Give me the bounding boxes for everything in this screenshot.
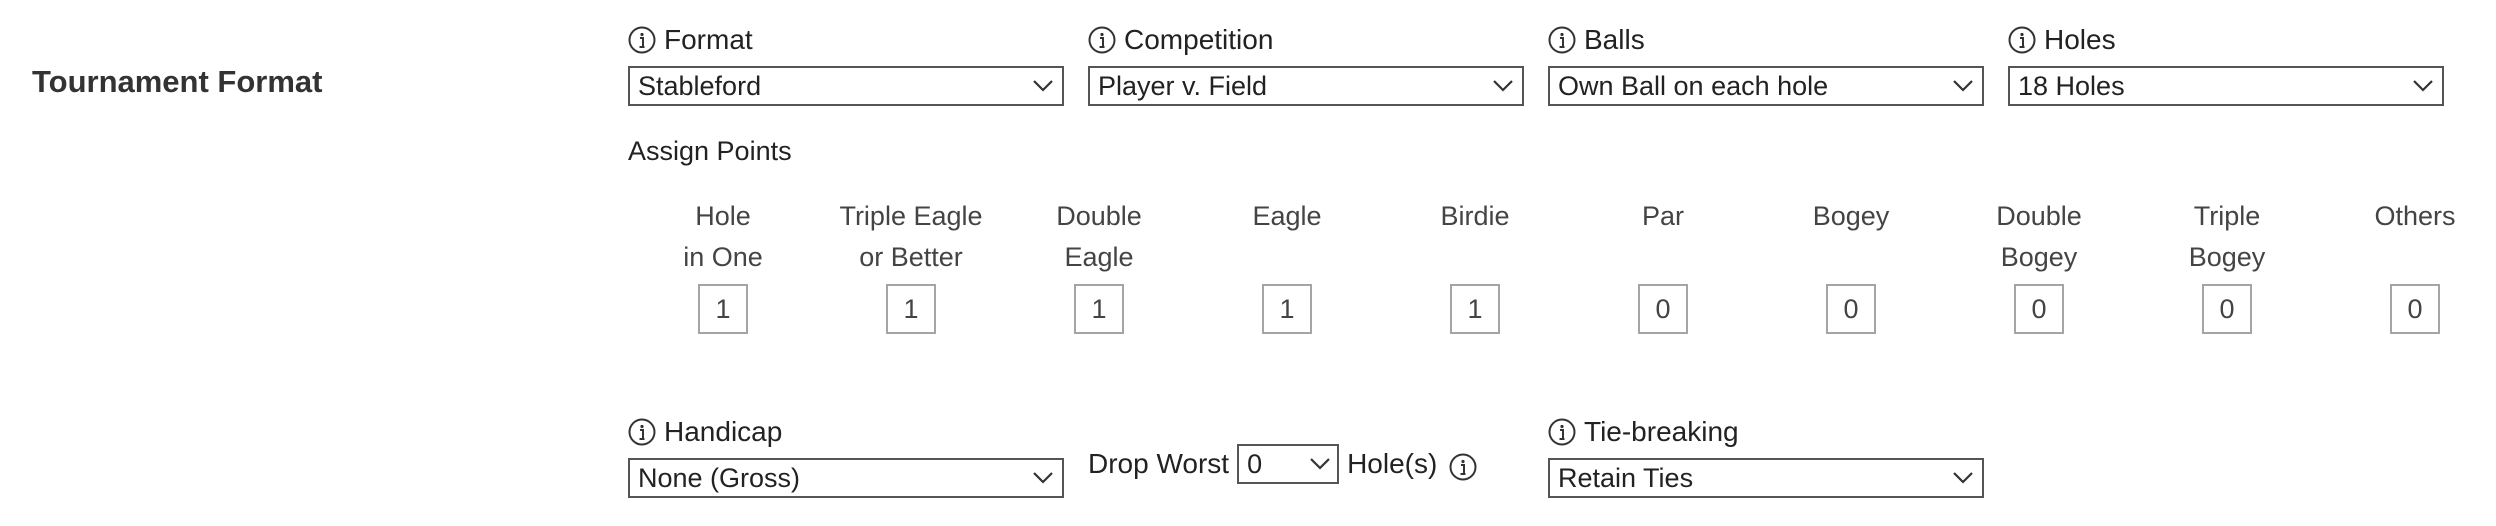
format-value: Stableford (638, 70, 762, 101)
points-input-bogey[interactable]: 0 (1826, 284, 1876, 334)
points-input-double-bogey[interactable]: 0 (2014, 284, 2064, 334)
points-input-eagle[interactable]: 1 (1262, 284, 1312, 334)
tie-breaking-value: Retain Ties (1558, 462, 1694, 493)
points-column-triple-bogey: Triple Bogey 0 (2133, 196, 2321, 334)
handicap-label: Handicap (628, 414, 782, 450)
points-header-line1: Triple Eagle (839, 201, 983, 231)
tie-breaking-label: Tie-breaking (1548, 414, 1739, 450)
tie-breaking-label-text: Tie-breaking (1584, 416, 1739, 447)
points-column-header: Triple Bogey (2133, 196, 2321, 278)
points-column-double-eagle: Double Eagle 1 (1005, 196, 1193, 334)
format-label-text: Format (664, 24, 753, 55)
points-header-line1: Hole (695, 201, 751, 231)
balls-value: Own Ball on each hole (1558, 70, 1829, 101)
format-label: Format (628, 22, 753, 58)
info-icon[interactable] (1088, 26, 1116, 54)
points-column-eagle: Eagle 1 (1193, 196, 1381, 334)
competition-select[interactable]: Player v. Field (1088, 66, 1524, 106)
points-column-header: Eagle (1193, 196, 1381, 278)
chevron-down-icon (1033, 80, 1053, 92)
points-header-line2: Bogey (2000, 242, 2078, 272)
points-column-header: Others (2321, 196, 2496, 278)
chevron-down-icon (1033, 472, 1053, 484)
info-icon[interactable] (1548, 26, 1576, 54)
points-column-header: Birdie (1381, 196, 1569, 278)
handicap-label-text: Handicap (664, 416, 783, 447)
points-header-line1: Eagle (1252, 201, 1322, 231)
points-column-triple-eagle: Triple Eagle or Better 1 (817, 196, 1005, 334)
holes-label-text: Holes (2044, 24, 2116, 55)
tie-breaking-select[interactable]: Retain Ties (1548, 458, 1984, 498)
info-icon[interactable] (1449, 453, 1477, 481)
assign-points-label: Assign Points (628, 136, 792, 166)
points-header-line1: Triple (2193, 201, 2261, 231)
holes-value: 18 Holes (2018, 70, 2125, 101)
chevron-down-icon (1953, 80, 1973, 92)
points-column-header: Bogey (1757, 196, 1945, 278)
points-header-line1: Par (1641, 201, 1685, 231)
chevron-down-icon (1310, 458, 1330, 470)
handicap-select[interactable]: None (Gross) (628, 458, 1064, 498)
points-column-header: Triple Eagle or Better (817, 196, 1005, 278)
competition-label-text: Competition (1124, 24, 1274, 55)
info-icon[interactable] (628, 418, 656, 446)
section-title: Tournament Format (32, 64, 323, 99)
competition-value: Player v. Field (1098, 70, 1268, 101)
points-input-birdie[interactable]: 1 (1450, 284, 1500, 334)
info-icon[interactable] (628, 26, 656, 54)
points-column-birdie: Birdie 1 (1381, 196, 1569, 334)
chevron-down-icon (1953, 472, 1973, 484)
format-select[interactable]: Stableford (628, 66, 1064, 106)
points-header-line2: Eagle (1064, 242, 1134, 272)
points-input-double-eagle[interactable]: 1 (1074, 284, 1124, 334)
drop-worst-select[interactable]: 0 (1237, 444, 1340, 484)
points-header-line2: or Better (859, 242, 963, 272)
points-column-par: Par 0 (1569, 196, 1757, 334)
points-header-line2: Bogey (2188, 242, 2266, 272)
points-header-line1: Double (1996, 201, 2082, 231)
points-column-header: Double Bogey (1945, 196, 2133, 278)
competition-label: Competition (1088, 22, 1273, 58)
balls-label-text: Balls (1584, 24, 1645, 55)
points-header-line2: in One (683, 242, 763, 272)
points-input-others[interactable]: 0 (2390, 284, 2440, 334)
points-input-triple-bogey[interactable]: 0 (2202, 284, 2252, 334)
holes-select[interactable]: 18 Holes (2008, 66, 2444, 106)
drop-worst-row: Drop Worst 0 Hole(s) (1088, 442, 1477, 486)
drop-worst-prefix: Drop Worst (1088, 448, 1230, 479)
info-icon[interactable] (1548, 418, 1576, 446)
points-input-hole-in-one[interactable]: 1 (698, 284, 748, 334)
handicap-value: None (Gross) (638, 462, 801, 493)
chevron-down-icon (2413, 80, 2433, 92)
points-column-header: Hole in One (629, 196, 817, 278)
points-header-line1: Birdie (1440, 201, 1510, 231)
points-column-others: Others 0 (2321, 196, 2496, 334)
balls-select[interactable]: Own Ball on each hole (1548, 66, 1984, 106)
info-icon[interactable] (2008, 26, 2036, 54)
points-input-triple-eagle[interactable]: 1 (886, 284, 936, 334)
balls-label: Balls (1548, 22, 1645, 58)
points-header-line1: Bogey (1812, 201, 1890, 231)
points-column-header: Double Eagle (1005, 196, 1193, 278)
holes-label: Holes (2008, 22, 2116, 58)
points-input-par[interactable]: 0 (1638, 284, 1688, 334)
points-header-line1: Double (1056, 201, 1142, 231)
points-column-hole-in-one: Hole in One 1 (629, 196, 817, 334)
points-column-bogey: Bogey 0 (1757, 196, 1945, 334)
chevron-down-icon (1493, 80, 1513, 92)
points-column-double-bogey: Double Bogey 0 (1945, 196, 2133, 334)
points-column-header: Par (1569, 196, 1757, 278)
points-header-line1: Others (2374, 201, 2456, 231)
drop-worst-value: 0 (1247, 448, 1263, 479)
drop-worst-suffix: Hole(s) (1347, 448, 1438, 479)
